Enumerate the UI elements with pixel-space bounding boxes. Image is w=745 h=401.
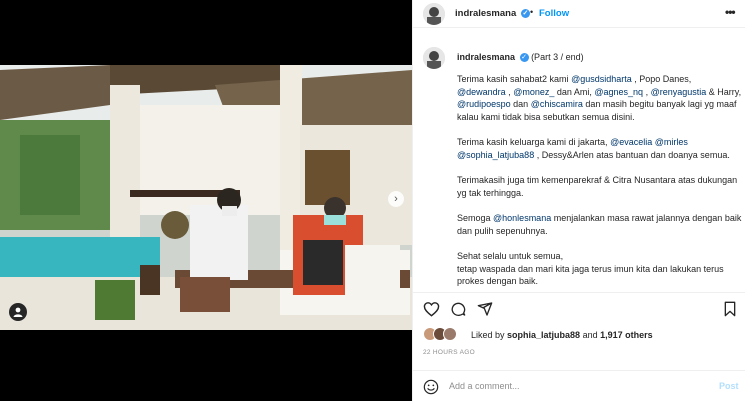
mention-link[interactable]: @monez_	[513, 87, 554, 97]
post-photo	[0, 65, 412, 330]
mention-link[interactable]: @dewandra	[457, 87, 506, 97]
caption-text: Terimakasih juga tim kemenparekraf & Cit…	[457, 175, 738, 198]
likes-others-link[interactable]: 1,917 others	[600, 330, 653, 340]
likes-prefix: Liked by	[471, 330, 508, 340]
caption-part-label: (Part 3 / end)	[531, 52, 584, 62]
heart-icon[interactable]	[423, 301, 440, 317]
caption-text: , Popo Danes,	[631, 74, 692, 84]
caption-paragraph: Sehat selalu untuk semua, tetap waspada …	[457, 250, 742, 288]
likes-text: Liked by sophia_latjuba88 and 1,917 othe…	[471, 330, 653, 340]
mention-link[interactable]: @gusdsidharta	[571, 74, 632, 84]
caption-line: Sehat selalu untuk semua,	[457, 251, 564, 261]
mention-link[interactable]: @mirles	[655, 137, 688, 147]
follow-button[interactable]: Follow	[539, 8, 569, 19]
caption-paragraph: Terima kasih keluarga kami di jakarta, @…	[457, 136, 742, 161]
caption-text: Terima kasih sahabat2 kami	[457, 74, 572, 84]
caption-line: tetap waspada dan mari kita jaga terus i…	[457, 263, 724, 287]
likes-middle: and	[580, 330, 601, 340]
bookmark-icon[interactable]	[723, 301, 737, 317]
liker-username[interactable]: sophia_latjuba88	[507, 330, 580, 340]
caption-text: , Dessy&Arlen atas bantuan dan doanya se…	[534, 149, 730, 160]
caption-paragraph: Semoga @honlesmana menjalankan masa rawa…	[457, 212, 742, 237]
user-tag-button[interactable]	[9, 303, 27, 321]
next-slide-button[interactable]: ›	[388, 191, 404, 207]
mention-link[interactable]: @evacelia	[610, 137, 652, 147]
header-username[interactable]: indralesmana ✓	[455, 8, 530, 19]
user-tag-icon	[13, 307, 23, 317]
caption-avatar[interactable]	[423, 47, 445, 69]
post-side-panel: indralesmana ✓ • Follow ••• indralesmana…	[412, 0, 745, 401]
verified-badge-icon: ✓	[520, 8, 530, 18]
post-header: indralesmana ✓ • Follow •••	[413, 0, 745, 28]
mention-link[interactable]: @sophia_latjuba88	[457, 150, 534, 160]
caption-text: Semoga	[457, 213, 494, 223]
mention-link[interactable]: @renyagustia	[651, 87, 707, 97]
caption-text: Terima kasih keluarga kami di jakarta,	[457, 137, 611, 147]
mention-link[interactable]: @agnes_nq	[594, 87, 643, 97]
caption-text: dan	[510, 99, 531, 109]
more-options-icon[interactable]: •••	[725, 5, 736, 19]
caption-header: indralesmana ✓ (Part 3 / end)	[457, 52, 584, 63]
caption-username[interactable]: indralesmana	[457, 52, 515, 62]
action-bar	[413, 292, 745, 322]
header-separator: •	[530, 7, 534, 17]
emoji-icon[interactable]	[423, 379, 439, 395]
mention-link[interactable]: @rudipoespo	[457, 99, 511, 109]
verified-badge-icon: ✓	[519, 53, 529, 63]
caption-paragraph: Terimakasih juga tim kemenparekraf & Cit…	[457, 174, 742, 199]
mention-link[interactable]: @chiscamira	[531, 99, 583, 109]
instagram-post-view: › indralesmana ✓ • Follow ••• indralesma…	[0, 0, 745, 401]
caption-paragraph: Terima kasih sahabat2 kami @gusdsidharta…	[457, 73, 742, 123]
comment-input[interactable]	[449, 378, 699, 394]
post-comment-button[interactable]: Post	[719, 381, 739, 391]
liker-avatar	[443, 327, 457, 341]
share-icon[interactable]	[477, 301, 493, 317]
comment-icon[interactable]	[450, 301, 466, 317]
caption-body: Terima kasih sahabat2 kami @gusdsidharta…	[457, 73, 742, 292]
post-caption: indralesmana ✓ (Part 3 / end) Terima kas…	[413, 40, 745, 292]
comment-bar: Post	[413, 370, 745, 401]
post-media: ›	[0, 0, 412, 401]
avatar[interactable]	[423, 3, 445, 25]
mention-link[interactable]: @honlesmana	[493, 213, 551, 223]
caption-text: ,	[643, 86, 651, 97]
header-username-text[interactable]: indralesmana	[455, 8, 516, 19]
caption-text: & Harry,	[706, 86, 742, 97]
chevron-right-icon: ›	[394, 193, 398, 205]
likes-summary: Liked by sophia_latjuba88 and 1,917 othe…	[423, 327, 743, 343]
post-timestamp[interactable]: 22 HOURS AGO	[423, 349, 475, 356]
caption-text: dan Ami,	[554, 86, 595, 97]
